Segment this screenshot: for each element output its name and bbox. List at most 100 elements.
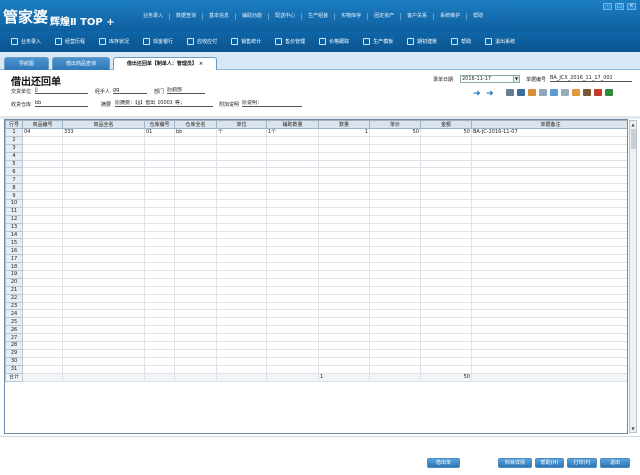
toolbar-button[interactable]: 应收应付 <box>180 31 224 52</box>
table-row[interactable]: 2 <box>5 135 627 145</box>
grid-cell[interactable] <box>174 301 217 311</box>
grid-cell[interactable] <box>144 143 175 153</box>
grid-cell[interactable] <box>318 206 370 216</box>
grid-cell[interactable] <box>318 364 370 374</box>
note-field[interactable]: 原说明： <box>242 100 302 107</box>
grid-cell[interactable] <box>369 356 421 366</box>
grid-cell[interactable] <box>471 246 627 256</box>
grid-cell[interactable] <box>216 348 267 358</box>
grid-cell[interactable] <box>22 206 63 216</box>
grid-cell[interactable] <box>266 333 319 343</box>
grid-cell[interactable] <box>266 183 319 193</box>
grid-cell[interactable] <box>471 317 627 327</box>
grid-cell[interactable] <box>318 317 370 327</box>
grid-cell[interactable] <box>144 206 175 216</box>
chevron-down-icon[interactable]: ▼ <box>513 76 519 82</box>
grid-cell[interactable] <box>216 277 267 287</box>
grid-cell[interactable] <box>22 238 63 248</box>
table-row[interactable]: 15 <box>5 238 627 248</box>
grid-cell[interactable] <box>471 191 627 201</box>
top-menu-item[interactable]: 生产组装 <box>302 13 336 20</box>
grid-cell[interactable] <box>174 159 217 169</box>
grid-cell[interactable] <box>62 135 145 145</box>
maximize-icon[interactable]: □ <box>615 3 624 10</box>
grid-cell[interactable] <box>144 301 175 311</box>
grid-cell[interactable] <box>266 348 319 358</box>
help-button[interactable]: 帮助(H) <box>535 458 564 468</box>
grid-cell[interactable] <box>369 135 421 145</box>
grid-cell[interactable] <box>144 199 175 208</box>
grid-cell[interactable] <box>471 230 627 240</box>
grid-cell[interactable] <box>318 199 370 208</box>
edit-icon[interactable] <box>550 89 558 96</box>
grid-cell[interactable] <box>471 143 627 153</box>
grid-cell[interactable] <box>420 301 472 311</box>
subject-detail-button[interactable]: 科目详情 <box>498 458 532 468</box>
grid-cell[interactable] <box>266 151 319 161</box>
top-menu-item[interactable]: 帮助 <box>467 13 489 20</box>
grid-cell[interactable] <box>174 191 217 201</box>
grid-cell[interactable] <box>471 167 627 177</box>
grid-cell[interactable] <box>266 222 319 232</box>
grid-cell[interactable] <box>22 191 63 201</box>
grid-cell[interactable] <box>266 167 319 177</box>
grid-cell[interactable] <box>369 285 421 295</box>
grid-cell[interactable] <box>22 262 63 272</box>
grid-cell[interactable] <box>471 238 627 248</box>
grid-cell[interactable] <box>22 183 63 193</box>
grid-cell[interactable] <box>62 270 145 279</box>
grid-cell[interactable]: 01 <box>144 128 175 137</box>
settings-icon[interactable] <box>539 89 547 96</box>
grid-cell[interactable] <box>144 191 175 201</box>
grid-cell[interactable] <box>62 348 145 358</box>
borrow-out-button[interactable]: 借出单 <box>427 458 460 468</box>
grid-cell[interactable] <box>471 341 627 350</box>
grid-cell[interactable] <box>369 206 421 216</box>
supplier-field[interactable]: jj <box>35 87 88 94</box>
grid-cell[interactable] <box>471 348 627 358</box>
table-row[interactable]: 11 <box>5 206 627 216</box>
grid-cell[interactable] <box>22 151 63 161</box>
grid-cell[interactable] <box>174 348 217 358</box>
grid-cell[interactable] <box>266 191 319 201</box>
import-icon[interactable] <box>528 89 536 96</box>
grid-cell[interactable] <box>22 364 63 374</box>
grid-cell[interactable] <box>62 246 145 256</box>
table-row[interactable]: 17 <box>5 254 627 264</box>
grid-cell[interactable] <box>318 135 370 145</box>
table-row[interactable]: 13 <box>5 222 627 232</box>
table-row[interactable]: 16 <box>5 246 627 256</box>
grid-cell[interactable] <box>174 135 217 145</box>
grid-cell[interactable] <box>318 301 370 311</box>
grid-cell[interactable] <box>216 333 267 343</box>
grid-cell[interactable] <box>369 175 421 185</box>
grid-cell[interactable] <box>22 230 63 240</box>
column-header[interactable]: 仓库编号 <box>144 120 175 129</box>
grid-cell[interactable] <box>62 301 145 311</box>
handler-field[interactable]: gg <box>113 87 147 94</box>
top-menu-item[interactable]: 固定资产 <box>368 13 402 20</box>
grid-cell[interactable] <box>266 341 319 350</box>
grid-cell[interactable] <box>266 356 319 366</box>
grid-cell[interactable] <box>318 341 370 350</box>
grid-cell[interactable] <box>420 151 472 161</box>
grid-cell[interactable] <box>266 246 319 256</box>
grid-cell[interactable] <box>216 238 267 248</box>
grid-cell[interactable] <box>174 309 217 319</box>
delete-icon[interactable] <box>594 89 602 96</box>
grid-cell[interactable] <box>62 222 145 232</box>
grid-cell[interactable] <box>216 159 267 169</box>
grid-cell[interactable] <box>471 159 627 169</box>
grid-cell[interactable] <box>174 285 217 295</box>
grid-cell[interactable] <box>369 270 421 279</box>
grid-cell[interactable] <box>174 356 217 366</box>
grid-cell[interactable] <box>174 341 217 350</box>
grid-cell[interactable] <box>62 309 145 319</box>
grid-cell[interactable] <box>420 254 472 264</box>
table-row[interactable]: 20 <box>5 277 627 287</box>
toolbar-button[interactable]: 期初建账 <box>400 31 444 52</box>
close-tab-icon[interactable]: × <box>199 61 203 67</box>
grid-cell[interactable] <box>216 262 267 272</box>
grid-cell[interactable] <box>62 285 145 295</box>
grid-cell[interactable] <box>144 356 175 366</box>
